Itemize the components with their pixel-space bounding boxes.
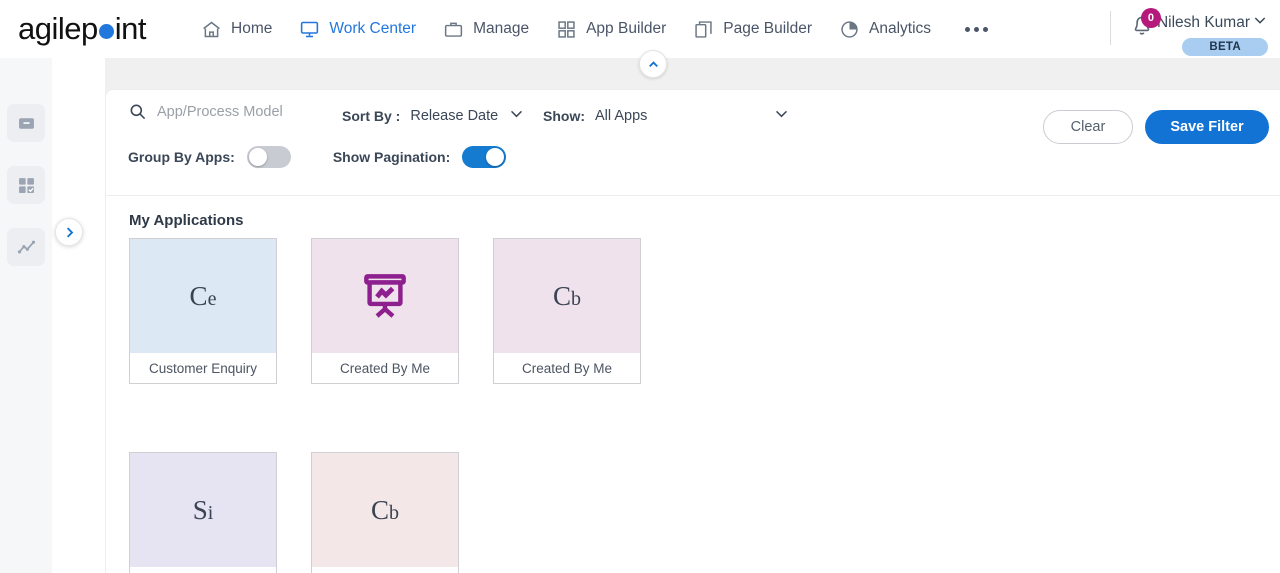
clear-button[interactable]: Clear	[1043, 110, 1133, 144]
sort-by-label: Sort By :	[342, 108, 401, 124]
page-title: My Applications	[129, 212, 244, 229]
nav-item-home[interactable]: Home	[200, 0, 272, 58]
toggle-knob	[486, 148, 505, 166]
show-pagination-label: Show Pagination:	[332, 149, 451, 165]
nav-item-page-builder[interactable]: Page Builder	[692, 0, 812, 58]
left-sidebar	[0, 58, 52, 573]
logo-text-left: agilep	[18, 11, 98, 46]
save-filter-button[interactable]: Save Filter	[1145, 110, 1269, 144]
main-navigation: Home Work Center Manage App Builder Page…	[200, 0, 989, 58]
toggle-knob	[248, 148, 267, 166]
app-tile: Cb	[494, 239, 640, 353]
app-initials: Ce	[189, 280, 217, 311]
show-pagination-toggle[interactable]	[462, 146, 507, 168]
beta-badge: BETA	[1182, 38, 1268, 56]
group-by-apps-label: Group By Apps:	[128, 149, 235, 165]
nav-item-manage[interactable]: Manage	[442, 0, 529, 58]
applications-grid: Ce Customer Enquiry Created By Me Cb Cre…	[129, 238, 1249, 573]
more-options-icon[interactable]	[965, 26, 989, 32]
logo-dot-icon	[98, 23, 114, 39]
nav-label-manage: Manage	[473, 20, 530, 37]
show-chevron-down-icon	[773, 105, 790, 127]
sidebar-item-tasks[interactable]	[7, 166, 45, 204]
app-tile: Si	[130, 453, 276, 567]
chevron-down-icon	[1252, 12, 1268, 33]
user-menu: Nilesh Kumar BETA	[1157, 12, 1268, 56]
nav-label-work-center: Work Center	[329, 20, 417, 37]
tasks-grid-icon	[18, 177, 34, 193]
show-filter-control: Show: All Apps	[543, 105, 790, 127]
show-select[interactable]: All Apps	[595, 105, 790, 127]
toggle-row: Group By Apps: Show Pagination:	[128, 146, 507, 168]
pages-icon	[692, 18, 714, 40]
inbox-icon	[18, 117, 34, 129]
app-initials: Cb	[370, 494, 399, 525]
search-input[interactable]: App/Process Model	[128, 102, 283, 121]
agilepoint-logo[interactable]: agilep int	[18, 11, 147, 47]
presentation-chart-icon	[364, 274, 406, 318]
app-card[interactable]: Cb Created By Me	[493, 238, 641, 384]
nav-label-home: Home	[231, 20, 273, 37]
user-name-label: Nilesh Kumar	[1156, 13, 1250, 31]
sort-by-value[interactable]: Release Date	[410, 108, 498, 124]
filter-toolbar: App/Process Model Sort By : Release Date…	[106, 90, 1280, 196]
expand-sidebar-button[interactable]	[55, 218, 83, 246]
collapse-header-button[interactable]	[639, 50, 667, 78]
nav-label-page-builder: Page Builder	[723, 20, 812, 37]
notifications-button[interactable]: 0	[1129, 8, 1161, 42]
app-card-label: Customer Enquiry	[130, 353, 276, 383]
home-icon	[200, 18, 222, 40]
app-card[interactable]: Si Sales Invoice	[129, 452, 277, 573]
content-panel: App/Process Model Sort By : Release Date…	[105, 89, 1280, 573]
show-value: All Apps	[595, 108, 648, 124]
group-by-apps-toggle[interactable]	[246, 146, 291, 168]
nav-label-analytics: Analytics	[869, 20, 932, 37]
briefcase-icon	[442, 18, 464, 40]
sort-by-chevron-down-icon[interactable]	[508, 105, 525, 127]
grid-icon	[555, 18, 577, 40]
chevron-up-icon	[648, 60, 658, 67]
nav-label-app-builder: App Builder	[586, 20, 667, 37]
line-chart-icon	[17, 240, 35, 253]
pie-chart-icon	[838, 18, 860, 40]
sidebar-spacer	[52, 58, 105, 573]
sidebar-item-inbox[interactable]	[7, 104, 45, 142]
app-card[interactable]: Ce Customer Enquiry	[129, 238, 277, 384]
app-card-label: Created By Me	[312, 353, 458, 383]
app-initials: Cb	[552, 280, 581, 311]
notification-count-badge: 0	[1140, 8, 1161, 28]
nav-item-analytics[interactable]: Analytics	[838, 0, 931, 58]
search-placeholder: App/Process Model	[157, 103, 283, 120]
search-icon	[130, 104, 146, 120]
app-card-label: Sales Invoice	[130, 567, 276, 573]
header-right-area: 0 Nilesh Kumar BETA	[1109, 0, 1274, 58]
app-initials: Si	[192, 494, 214, 525]
app-tile: Ce	[130, 239, 276, 353]
monitor-icon	[298, 18, 320, 40]
app-tile: Cb	[312, 453, 458, 567]
sidebar-item-reports[interactable]	[7, 228, 45, 266]
app-card[interactable]: Created By Me	[311, 238, 459, 384]
page-body: App/Process Model Sort By : Release Date…	[0, 58, 1280, 573]
app-card[interactable]: Cb Created By Me	[311, 452, 459, 573]
app-card-label: Created By Me	[494, 353, 640, 383]
app-tile	[312, 239, 458, 353]
nav-item-work-center[interactable]: Work Center	[298, 0, 416, 58]
header-divider	[1109, 11, 1111, 45]
logo-text-right: int	[114, 11, 147, 46]
show-label: Show:	[543, 108, 585, 124]
app-card-label: Created By Me	[312, 567, 458, 573]
chevron-right-icon	[66, 226, 73, 238]
user-name-dropdown[interactable]: Nilesh Kumar	[1157, 12, 1268, 33]
sort-by-control: Sort By : Release Date	[342, 105, 525, 127]
top-header: agilep int Home Work Center Manage App B…	[0, 0, 1280, 58]
